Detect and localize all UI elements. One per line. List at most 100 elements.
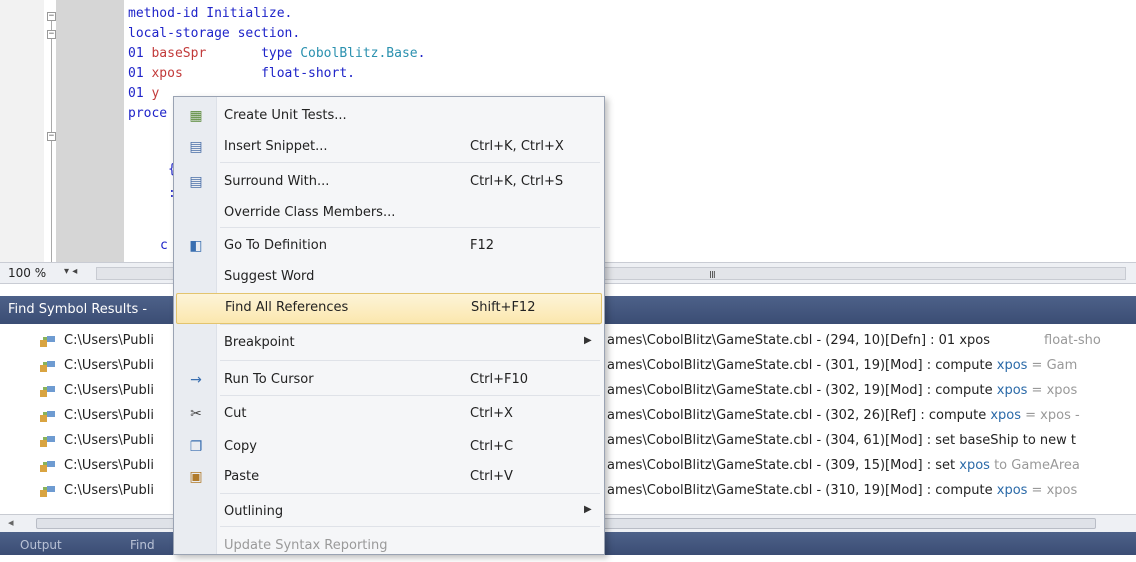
code-line[interactable]: proce bbox=[128, 104, 167, 124]
menu-item-copy[interactable]: ❐ Copy Ctrl+C bbox=[174, 432, 604, 463]
menu-item-label: Go To Definition bbox=[224, 238, 327, 253]
submenu-arrow-icon: ▶ bbox=[584, 335, 592, 346]
submenu-arrow-icon: ▶ bbox=[584, 504, 592, 515]
code-token: y bbox=[151, 86, 160, 101]
menu-item-label: Override Class Members... bbox=[224, 205, 396, 220]
result-code-snippet: float-sho bbox=[1044, 333, 1101, 348]
result-code-snippet: = Gam bbox=[1027, 358, 1078, 373]
menu-item-override-class-members[interactable]: Override Class Members... bbox=[174, 198, 604, 229]
code-token: baseSpr bbox=[151, 46, 207, 61]
collapse-toggle[interactable]: − bbox=[47, 30, 56, 39]
menu-item-shortcut: Ctrl+V bbox=[470, 469, 513, 484]
tab-find[interactable]: Find bbox=[130, 538, 155, 552]
menu-item-shortcut: Shift+F12 bbox=[471, 300, 536, 315]
menu-item-run-to-cursor[interactable]: → Run To Cursor Ctrl+F10 bbox=[174, 365, 604, 396]
menu-item-surround-with[interactable]: ▤ Surround With... Ctrl+K, Ctrl+S bbox=[174, 167, 604, 198]
collapse-toggle[interactable]: − bbox=[47, 12, 56, 21]
menu-item-label: Run To Cursor bbox=[224, 372, 314, 387]
result-location: ames\CobolBlitz\GameState.cbl - (302, 19… bbox=[607, 383, 1077, 398]
code-line[interactable]: 01 y bbox=[128, 84, 159, 104]
result-location-text: ames\CobolBlitz\GameState.cbl - (302, 19… bbox=[607, 383, 997, 398]
result-path: C:\Users\Publi bbox=[64, 358, 154, 373]
result-code-snippet: = xpos bbox=[1027, 383, 1078, 398]
code-fragment: : bbox=[168, 186, 176, 201]
code-line[interactable]: local-storage section. bbox=[128, 24, 300, 44]
result-code-snippet: = xpos bbox=[1027, 483, 1078, 498]
result-code-snippet: to GameArea bbox=[989, 458, 1080, 473]
code-line[interactable]: 01 xpos float-short. bbox=[128, 64, 355, 84]
result-symbol: xpos bbox=[959, 458, 990, 473]
result-path: C:\Users\Publi bbox=[64, 408, 154, 423]
editor-gutter bbox=[0, 0, 44, 262]
menu-item-shortcut: Ctrl+K, Ctrl+X bbox=[470, 139, 564, 154]
menu-item-create-unit-tests[interactable]: ▦ Create Unit Tests... bbox=[174, 101, 604, 132]
result-path: C:\Users\Publi bbox=[64, 333, 154, 348]
surround-icon: ▤ bbox=[189, 174, 203, 190]
menu-item-label: Paste bbox=[224, 469, 260, 484]
code-token: CobolBlitz.Base bbox=[300, 46, 418, 61]
menu-item-label: Insert Snippet... bbox=[224, 139, 328, 154]
chevron-down-icon[interactable]: ▾ ◂ bbox=[64, 266, 77, 277]
menu-item-find-all-references[interactable]: Find All References Shift+F12 bbox=[176, 293, 602, 324]
result-symbol: xpos bbox=[996, 383, 1028, 398]
menu-item-paste[interactable]: ▣ Paste Ctrl+V bbox=[174, 462, 604, 493]
menu-item-go-to-definition[interactable]: ◧ Go To Definition F12 bbox=[174, 231, 604, 262]
menu-item-shortcut: Ctrl+F10 bbox=[470, 372, 529, 387]
result-location-text: ames\CobolBlitz\GameState.cbl - (309, 15… bbox=[607, 458, 960, 473]
result-location-text: ames\CobolBlitz\GameState.cbl - (302, 26… bbox=[607, 408, 991, 423]
copy-icon: ❐ bbox=[189, 439, 203, 455]
menu-separator bbox=[220, 360, 600, 361]
zoom-level[interactable]: 100 % bbox=[8, 266, 46, 280]
code-line[interactable]: 01 baseSpr type CobolBlitz.Base. bbox=[128, 44, 425, 64]
result-location: ames\CobolBlitz\GameState.cbl - (304, 61… bbox=[607, 433, 1076, 448]
scroll-left-icon[interactable]: ◂ bbox=[8, 516, 14, 529]
menu-item-label: Update Syntax Reporting bbox=[224, 538, 388, 553]
code-token: 01 bbox=[128, 46, 152, 61]
menu-item-suggest-word[interactable]: Suggest Word bbox=[174, 262, 604, 293]
symbol-reference-icon bbox=[40, 486, 55, 497]
result-location-text: ames\CobolBlitz\GameState.cbl - (294, 10… bbox=[607, 333, 991, 348]
result-path: C:\Users\Publi bbox=[64, 383, 154, 398]
menu-item-shortcut: Ctrl+K, Ctrl+S bbox=[470, 174, 564, 189]
outline-line bbox=[51, 141, 52, 262]
code-token: float-short. bbox=[182, 66, 355, 81]
result-location: ames\CobolBlitz\GameState.cbl - (310, 19… bbox=[607, 483, 1077, 498]
tab-output[interactable]: Output bbox=[20, 538, 62, 552]
paste-icon: ▣ bbox=[189, 469, 203, 485]
code-line[interactable]: method-id Initialize. bbox=[128, 4, 292, 24]
cut-icon: ✂ bbox=[190, 406, 202, 422]
menu-item-shortcut: Ctrl+X bbox=[470, 406, 513, 421]
code-token: . bbox=[417, 46, 426, 61]
code-token: xpos bbox=[151, 66, 183, 81]
menu-item-outlining[interactable]: Outlining ▶ bbox=[174, 497, 604, 528]
unit-test-icon: ▦ bbox=[189, 108, 203, 124]
result-symbol: xpos bbox=[990, 408, 1022, 423]
menu-item-insert-snippet[interactable]: ▤ Insert Snippet... Ctrl+K, Ctrl+X bbox=[174, 132, 604, 163]
menu-separator bbox=[220, 324, 600, 325]
menu-item-update-syntax-reporting: Update Syntax Reporting bbox=[174, 531, 604, 562]
code-token: 01 bbox=[128, 86, 152, 101]
menu-item-label: Suggest Word bbox=[224, 269, 315, 284]
symbol-reference-icon bbox=[40, 411, 55, 422]
symbol-reference-icon bbox=[40, 361, 55, 372]
collapse-toggle[interactable]: − bbox=[47, 132, 56, 141]
menu-item-label: Copy bbox=[224, 439, 257, 454]
goto-definition-icon: ◧ bbox=[189, 238, 203, 254]
menu-item-label: Cut bbox=[224, 406, 247, 421]
menu-item-shortcut: F12 bbox=[470, 238, 495, 253]
menu-separator bbox=[220, 493, 600, 494]
menu-item-breakpoint[interactable]: Breakpoint ▶ bbox=[174, 328, 604, 359]
symbol-reference-icon bbox=[40, 436, 55, 447]
code-token: local-storage section. bbox=[128, 26, 301, 41]
scroll-grip[interactable]: III bbox=[709, 270, 716, 281]
result-path: C:\Users\Publi bbox=[64, 458, 154, 473]
code-fragment: c bbox=[160, 238, 168, 253]
code-fragment: { bbox=[168, 162, 176, 177]
menu-item-cut[interactable]: ✂ Cut Ctrl+X bbox=[174, 399, 604, 430]
outline-line bbox=[51, 39, 52, 132]
code-token: type bbox=[206, 46, 301, 61]
result-location: ames\CobolBlitz\GameState.cbl - (309, 15… bbox=[607, 458, 1080, 473]
symbol-reference-icon bbox=[40, 336, 55, 347]
snippet-icon: ▤ bbox=[189, 139, 203, 155]
result-symbol: xpos bbox=[996, 483, 1028, 498]
